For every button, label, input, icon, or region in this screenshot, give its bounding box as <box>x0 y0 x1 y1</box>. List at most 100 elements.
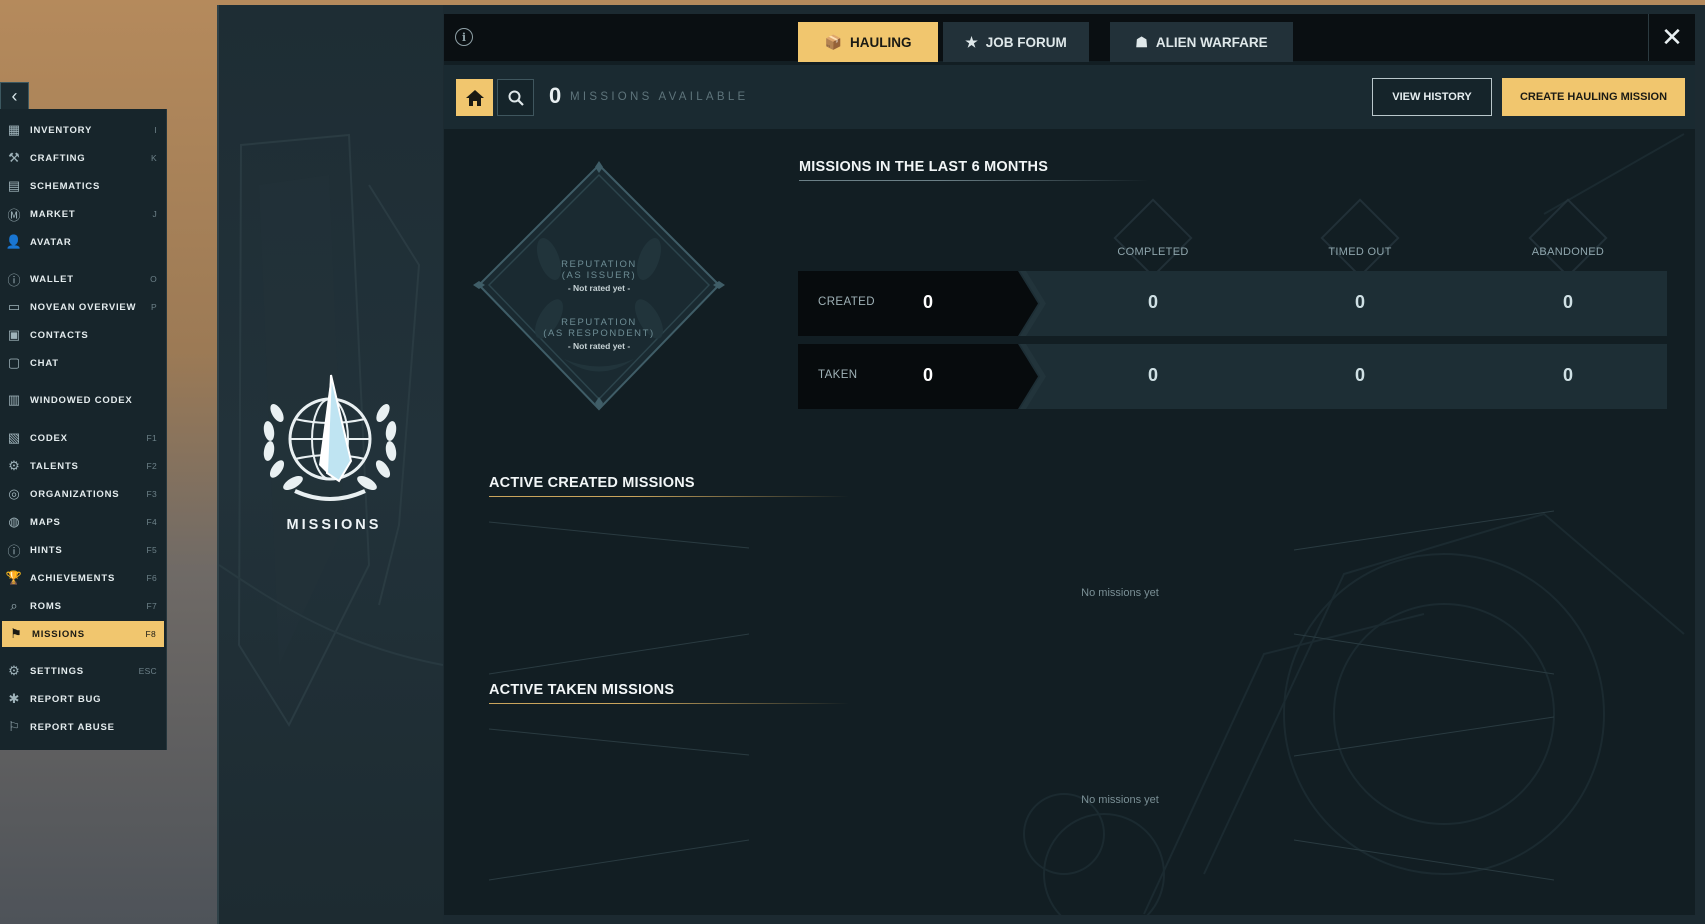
sidebar-item-label: REPORT ABUSE <box>30 721 115 733</box>
sidebar-item-shortcut: F7 <box>146 601 157 611</box>
missions-laurel-globe-icon <box>263 374 397 501</box>
sidebar-item-novean-overview[interactable]: ▭ NOVEAN OVERVIEW P <box>0 294 165 320</box>
sidebar-item-shortcut: J <box>152 209 157 219</box>
stats-row-created: CREATED 0 0 0 0 <box>798 271 1667 336</box>
tab-job-forum-label: JOB FORUM <box>985 34 1067 50</box>
sidebar-item-label: ORGANIZATIONS <box>30 488 120 500</box>
sidebar-item-shortcut: F8 <box>145 629 156 639</box>
sidebar-item-label: WINDOWED CODEX <box>30 394 133 406</box>
package-icon: 📦 <box>824 33 842 50</box>
reputation-issuer-sublabel: (AS ISSUER) <box>561 270 637 281</box>
reputation-issuer-value: - Not rated yet - <box>567 283 631 293</box>
sidebar-item-achievements[interactable]: 🏆 ACHIEVEMENTS F6 <box>0 565 165 591</box>
column-abandoned: ABANDONED <box>1531 246 1605 258</box>
row-total: 0 <box>923 365 934 385</box>
sidebar-item-label: CODEX <box>30 432 68 444</box>
sidebar-item-report-abuse[interactable]: ⚐ REPORT ABUSE <box>0 714 165 740</box>
sidebar-item-talents[interactable]: ⚙ TALENTS F2 <box>0 453 165 479</box>
view-history-button[interactable]: VIEW HISTORY <box>1372 78 1492 116</box>
sidebar-item-crafting[interactable]: ⚒ CRAFTING K <box>0 145 165 171</box>
sidebar-item-contacts[interactable]: ▣ CONTACTS <box>0 322 165 348</box>
sidebar-item-shortcut: ESC <box>138 666 157 676</box>
missions-content: i 📦 HAULING ★ JOB FORUM ☗ ALIEN WARFARE … <box>444 14 1695 915</box>
tab-hauling-label: HAULING <box>849 34 912 50</box>
sidebar-item-shortcut: F4 <box>146 517 157 527</box>
sidebar-item-roms[interactable]: ⌕ ROMS F7 <box>0 593 165 619</box>
sidebar-item-schematics[interactable]: ▤ SCHEMATICS <box>0 173 165 199</box>
active-created-underline <box>489 496 849 497</box>
tab-alien-warfare[interactable]: ☗ ALIEN WARFARE <box>1110 22 1293 62</box>
home-button[interactable] <box>456 79 493 116</box>
brand-pane: MISSIONS <box>219 5 443 924</box>
sidebar-item-codex[interactable]: ▧ CODEX F1 <box>0 425 165 451</box>
sidebar-item-label: REPORT BUG <box>30 693 102 705</box>
sidebar-item-shortcut: F5 <box>146 545 157 555</box>
sidebar-item-organizations[interactable]: ◎ ORGANIZATIONS F3 <box>0 481 165 507</box>
sidebar-item-hints[interactable]: ⓘ HINTS F5 <box>0 537 165 563</box>
collapse-menu-button[interactable]: ‹ <box>0 82 29 111</box>
info-icon[interactable]: i <box>455 28 473 46</box>
organizations-icon: ◎ <box>8 486 20 501</box>
active-created-missions-title: ACTIVE CREATED MISSIONS <box>489 475 695 491</box>
created-abandoned-value: 0 <box>1562 292 1573 312</box>
sidebar-item-label: MARKET <box>30 208 76 220</box>
taken-completed-value: 0 <box>1147 365 1158 385</box>
reputation-issuer: REPUTATION (AS ISSUER) - Not rated yet - <box>469 259 729 293</box>
sidebar-item-inventory[interactable]: ▦ INVENTORY I <box>0 117 165 143</box>
avatar-icon: 👤 <box>5 234 23 249</box>
sidebar-item-chat[interactable]: ▢ CHAT <box>0 350 165 376</box>
tab-job-forum[interactable]: ★ JOB FORUM <box>943 22 1089 62</box>
star-icon: ★ <box>965 33 978 50</box>
close-icon: ✕ <box>1661 22 1683 52</box>
windowed-codex-icon: ▥ <box>7 392 21 407</box>
sidebar-item-maps[interactable]: ◍ MAPS F4 <box>0 509 165 535</box>
sidebar-item-label: CONTACTS <box>30 329 89 341</box>
stats-title-underline <box>799 180 1149 181</box>
taken-abandoned-value: 0 <box>1562 365 1573 385</box>
close-button[interactable]: ✕ <box>1648 14 1695 61</box>
reputation-respondent-sublabel: (AS RESPONDENT) <box>543 328 655 339</box>
stats-row-taken: TAKEN 0 0 0 0 <box>798 344 1667 409</box>
sidebar-item-market[interactable]: Ⓜ MARKET J <box>0 201 165 227</box>
sidebar-item-avatar[interactable]: 👤 AVATAR <box>0 229 165 255</box>
trophy-icon: 🏆 <box>5 570 23 585</box>
sidebar-item-label: TALENTS <box>30 460 79 472</box>
gear-icon: ⚙ <box>8 663 20 678</box>
sidebar-item-label: AVATAR <box>30 236 72 248</box>
missions-available-count: 0 <box>549 83 562 108</box>
sidebar-item-report-bug[interactable]: ✱ REPORT BUG <box>0 686 165 712</box>
sidebar-item-label: SCHEMATICS <box>30 180 101 192</box>
roms-icon: ⌕ <box>10 598 18 613</box>
chevron-left-icon: ‹ <box>11 86 18 106</box>
missions-window: MISSIONS i 📦 HAULING ★ JOB FORUM ☗ ALIEN… <box>217 5 1705 924</box>
sidebar-item-label: NOVEAN OVERVIEW <box>30 301 137 313</box>
row-label: CREATED <box>818 296 875 308</box>
sidebar-item-shortcut: F6 <box>146 573 157 583</box>
tab-hauling[interactable]: 📦 HAULING <box>798 22 938 62</box>
sidebar-item-settings[interactable]: ⚙ SETTINGS ESC <box>0 658 165 684</box>
row-label: TAKEN <box>818 369 858 381</box>
maps-icon: ◍ <box>8 514 20 529</box>
sidebar-item-label: INVENTORY <box>30 124 93 136</box>
reputation-issuer-label: REPUTATION <box>561 259 637 270</box>
search-icon <box>508 90 524 106</box>
sidebar-item-missions[interactable]: ⚑ MISSIONS F8 <box>2 621 164 647</box>
active-taken-underline <box>489 703 849 704</box>
schematics-icon: ▤ <box>7 178 21 193</box>
row-total: 0 <box>923 292 934 312</box>
flag-icon: ⚐ <box>8 719 20 734</box>
taken-timed-out-value: 0 <box>1354 365 1365 385</box>
missions-available-label: MISSIONS AVAILABLE <box>570 91 749 103</box>
reputation-respondent: REPUTATION (AS RESPONDENT) - Not rated y… <box>469 317 729 351</box>
market-icon: Ⓜ <box>7 207 21 223</box>
sidebar-item-label: MAPS <box>30 516 61 528</box>
talents-icon: ⚙ <box>8 458 20 473</box>
home-icon <box>465 89 484 106</box>
sidebar-item-shortcut: F1 <box>146 433 157 443</box>
sidebar-item-label: SETTINGS <box>30 665 84 677</box>
create-hauling-mission-button[interactable]: CREATE HAULING MISSION <box>1502 78 1685 116</box>
sidebar-item-label: HINTS <box>30 544 63 556</box>
sidebar-item-wallet[interactable]: ⓘ WALLET O <box>0 266 165 292</box>
search-button[interactable] <box>497 79 534 116</box>
sidebar-item-windowed-codex[interactable]: ▥ WINDOWED CODEX <box>0 387 165 413</box>
